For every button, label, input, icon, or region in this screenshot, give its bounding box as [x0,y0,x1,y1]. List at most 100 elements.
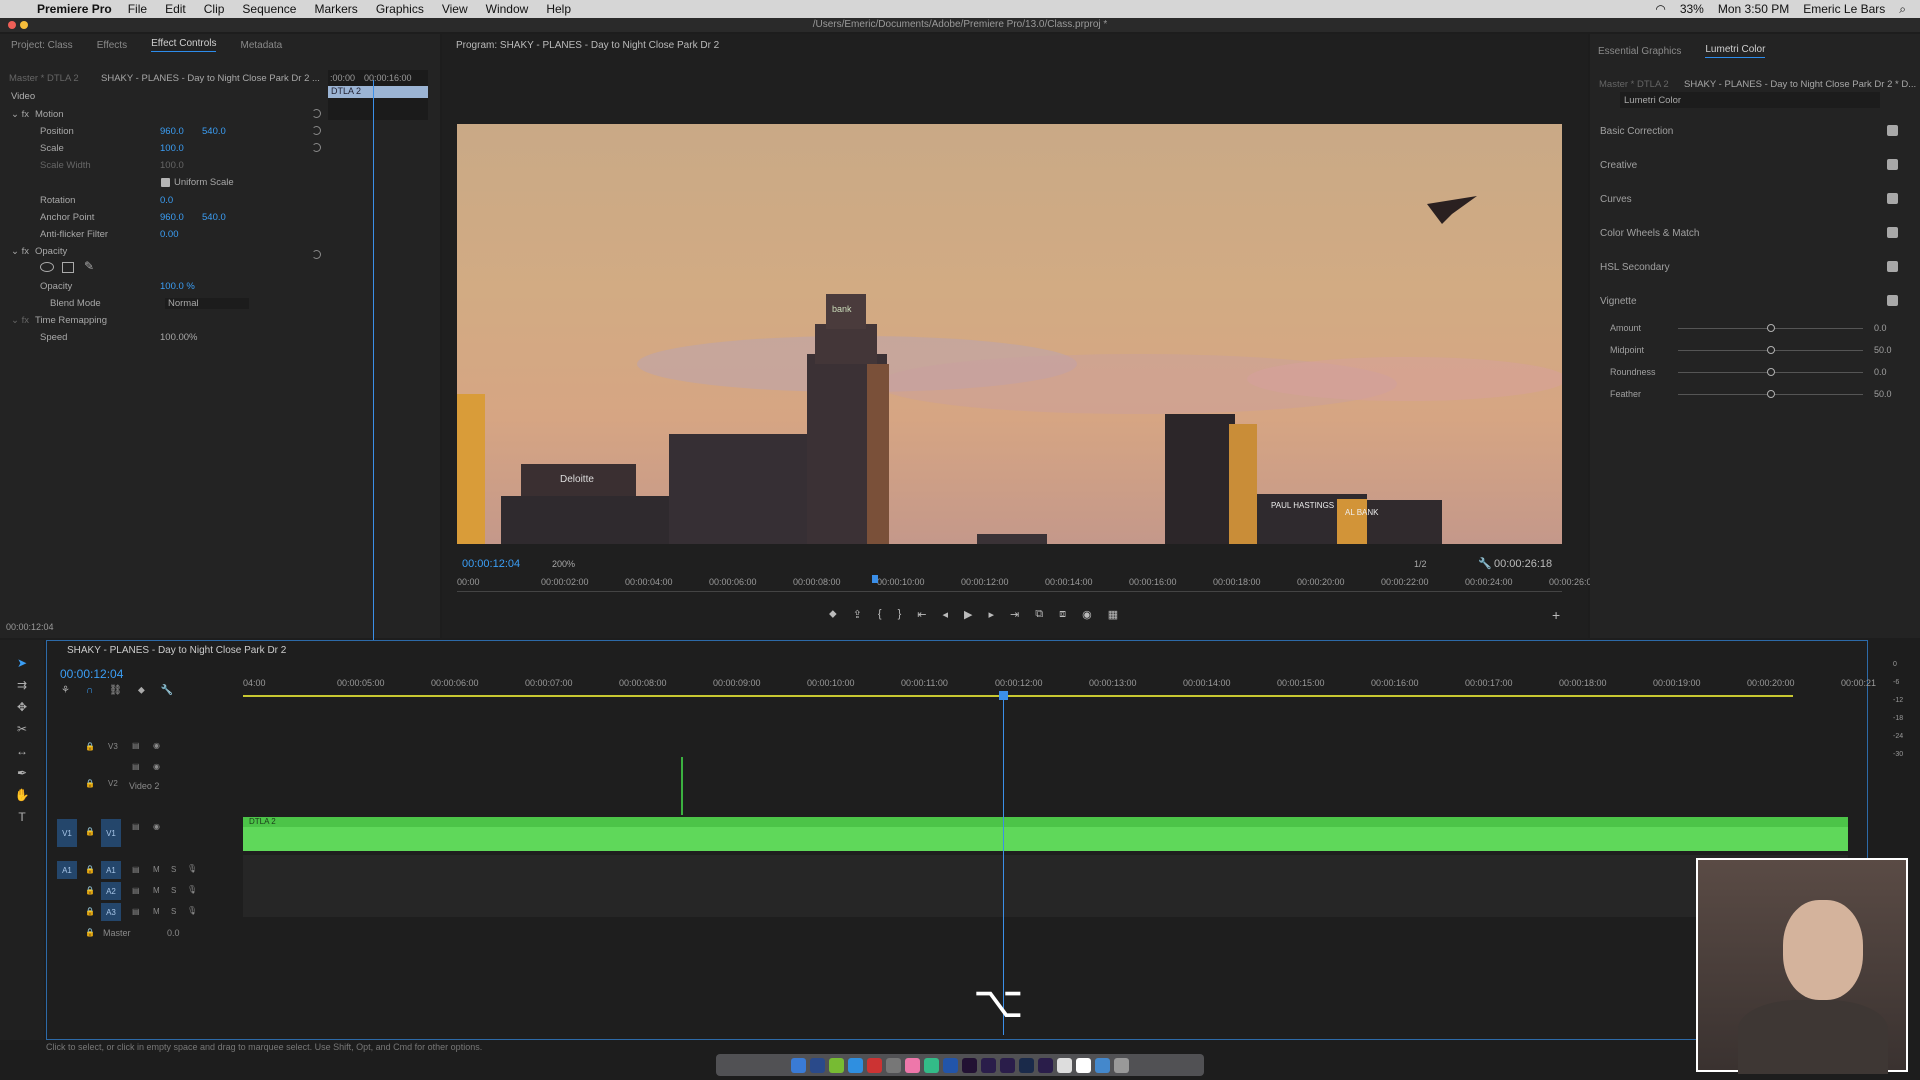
razor-tool-icon[interactable]: ✂ [14,722,30,738]
v3-sync-icon[interactable]: ▤ [132,741,140,750]
vignette-checkbox[interactable] [1887,295,1898,306]
section-basic-correction[interactable]: Basic Correction [1600,126,1673,137]
rectangle-mask-icon[interactable] [62,262,74,273]
time-remapping-section[interactable]: ⌄ fx Time Remapping [11,312,107,328]
clock[interactable]: Mon 3:50 PM [1718,2,1789,16]
a2-mic-icon[interactable]: 🎙 [187,885,197,894]
filezilla-icon[interactable] [867,1057,882,1073]
battery-level[interactable]: 33% [1680,2,1704,16]
master-volume[interactable]: 0.0 [167,928,180,938]
app-icon[interactable] [943,1057,958,1073]
anchor-point-row[interactable]: Anchor Point 960.0 540.0 [40,209,226,225]
v2-lock-icon[interactable]: 🔒 [85,779,95,788]
color-wheels-checkbox[interactable] [1887,227,1898,238]
section-hsl-secondary[interactable]: HSL Secondary [1600,262,1670,273]
user-name[interactable]: Emeric Le Bars [1803,2,1885,16]
track-v3-label[interactable]: V3 [108,742,118,751]
chrome-icon[interactable] [924,1057,939,1073]
v2-sync-icon[interactable]: ▤ [132,762,140,771]
add-marker-icon[interactable]: ⬥ [829,608,837,621]
v1-lock-icon[interactable]: 🔒 [85,827,95,836]
a3-target[interactable]: A3 [101,903,121,921]
track-v2-label[interactable]: V2 [108,779,118,788]
nest-toggle-icon[interactable]: ⚘ [61,685,70,696]
tab-effect-controls[interactable]: Effect Controls [151,38,217,52]
vignette-roundness-knob[interactable] [1767,368,1775,376]
a3-solo[interactable]: S [171,907,176,916]
tab-effects[interactable]: Effects [97,40,127,51]
menu-edit[interactable]: Edit [165,2,186,16]
menu-sequence[interactable]: Sequence [242,2,296,16]
antiflicker-row[interactable]: Anti-flicker Filter 0.00 [40,226,179,242]
menu-markers[interactable]: Markers [314,2,357,16]
v2-eye-icon[interactable]: ◉ [153,762,160,771]
program-timecode[interactable]: 00:00:12:04 [462,558,520,570]
v1-target[interactable]: V1 [101,819,121,847]
menu-graphics[interactable]: Graphics [376,2,424,16]
ec-timecode[interactable]: 00:00:12:04 [6,622,54,632]
notes-icon[interactable] [1076,1057,1091,1073]
step-back-icon[interactable]: ◂ [943,608,949,621]
menu-clip[interactable]: Clip [204,2,225,16]
basic-correction-checkbox[interactable] [1887,125,1898,136]
section-vignette[interactable]: Vignette [1600,296,1637,307]
timeline-timecode[interactable]: 00:00:12:04 [60,667,123,681]
tab-metadata[interactable]: Metadata [240,40,282,51]
pen-tool-icon[interactable]: ✒ [14,766,30,782]
tab-essential-graphics[interactable]: Essential Graphics [1598,46,1681,57]
position-row[interactable]: Position 960.0 540.0 [40,123,226,139]
lift-icon[interactable]: ⧉ [1035,608,1043,621]
timeline-settings-wrench-icon[interactable]: 🔧 [161,685,173,696]
type-tool-icon[interactable]: T [14,810,30,826]
creative-checkbox[interactable] [1887,159,1898,170]
lumetri-master[interactable]: Master * DTLA 2 [1599,76,1669,92]
ec-clip-name[interactable]: SHAKY - PLANES - Day to Night Close Park… [101,70,320,86]
a1-source-patch[interactable]: A1 [57,861,77,879]
opacity-row[interactable]: Opacity 100.0 % [40,278,195,294]
wifi-icon[interactable]: ◠ [1655,2,1665,16]
vignette-roundness-value[interactable]: 0.0 [1874,367,1887,377]
export-icon[interactable]: ⇪ [853,608,862,621]
a2-sync-icon[interactable]: ▤ [132,886,140,895]
menu-window[interactable]: Window [486,2,529,16]
blend-mode-row[interactable]: Blend Mode Normal [50,295,249,311]
app-icon[interactable] [829,1057,844,1073]
program-video-frame[interactable]: Deloitte bank PAUL HASTINGS AL BANK [457,124,1562,544]
position-reset-icon[interactable] [312,126,321,135]
track-select-tool-icon[interactable]: ⇉ [14,678,30,694]
a1-target[interactable]: A1 [101,861,121,879]
premiere-icon[interactable] [981,1057,996,1073]
add-button-icon[interactable]: + [1552,607,1560,623]
minimize-window-button[interactable] [20,21,28,29]
mark-in-icon[interactable]: { [878,608,882,621]
vignette-midpoint-value[interactable]: 50.0 [1874,345,1892,355]
step-forward-icon[interactable]: ▸ [989,608,995,621]
a3-sync-icon[interactable]: ▤ [132,907,140,916]
ellipse-mask-icon[interactable] [40,262,54,272]
safari-icon[interactable] [848,1057,863,1073]
tab-project[interactable]: Project: Class [11,40,73,51]
vignette-feather-knob[interactable] [1767,390,1775,398]
ripple-edit-tool-icon[interactable]: ✥ [14,700,30,716]
comparison-icon[interactable]: ▦ [1108,608,1118,621]
clip-dtla2[interactable]: DTLA 2 [243,817,1848,851]
pen-mask-icon[interactable]: ✎ [84,259,94,273]
a3-lock-icon[interactable]: 🔒 [85,907,95,916]
a3-mic-icon[interactable]: 🎙 [187,906,197,915]
section-color-wheels[interactable]: Color Wheels & Match [1600,228,1699,239]
hsl-secondary-checkbox[interactable] [1887,261,1898,272]
motion-row[interactable]: ⌄ fx Motion [11,106,64,122]
vignette-feather-value[interactable]: 50.0 [1874,389,1892,399]
vignette-midpoint-knob[interactable] [1767,346,1775,354]
extract-icon[interactable]: ⧈ [1059,608,1066,621]
go-to-in-icon[interactable]: ⇤ [917,608,926,621]
scale-row[interactable]: Scale 100.0 [40,140,184,156]
timeline-ruler[interactable]: 04:00 00:00:05:00 00:00:06:00 00:00:07:00 00… [243,675,1893,695]
launchpad-icon[interactable] [810,1057,825,1073]
v1-sync-icon[interactable]: ▤ [132,822,140,831]
section-creative[interactable]: Creative [1600,160,1637,171]
a3-mute[interactable]: M [153,907,160,916]
photoshop-icon[interactable] [1019,1057,1034,1073]
v1-source-patch[interactable]: V1 [57,819,77,847]
a1-lock-icon[interactable]: 🔒 [85,865,95,874]
